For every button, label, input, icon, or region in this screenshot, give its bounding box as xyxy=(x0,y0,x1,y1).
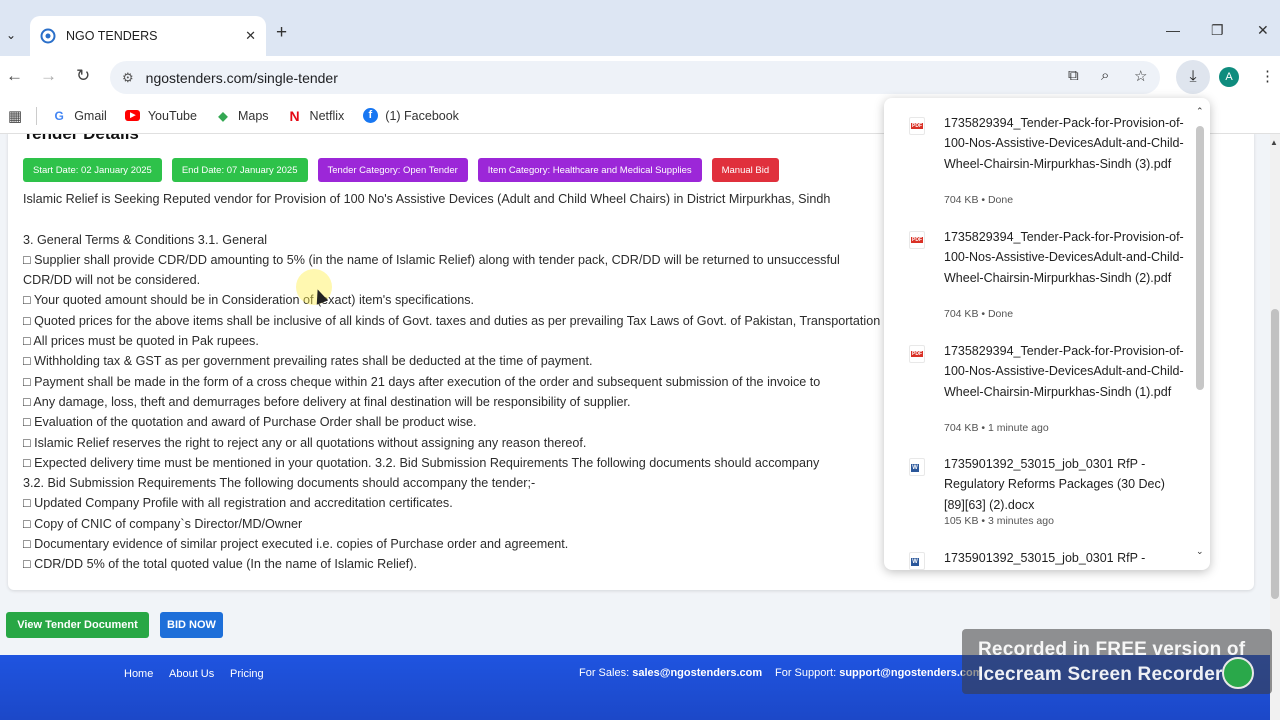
bookmarks-divider xyxy=(36,106,38,125)
back-arrow-icon[interactable]: ← xyxy=(6,66,23,86)
scroll-up-arrow-icon[interactable]: ▲ xyxy=(1270,138,1278,147)
download-item[interactable]: W 1735901392_53015_job_0301 RfP - Regula… xyxy=(884,454,1194,534)
downloads-panel: PDF 1735829394_Tender-Pack-for-Provision… xyxy=(884,98,1210,570)
watermark-line-2: Icecream Screen Recorder xyxy=(978,664,1223,685)
download-status: 704 KB • Done xyxy=(944,308,1014,320)
tender-category-badge: Tender Category: Open Tender xyxy=(317,158,468,182)
end-date-badge: End Date: 07 January 2025 xyxy=(171,158,308,182)
view-tender-document-button[interactable]: View Tender Document xyxy=(6,612,149,638)
apps-grid-icon[interactable]: ▦ xyxy=(8,107,22,125)
support-label: For Support: xyxy=(775,667,837,679)
download-item[interactable]: PDF 1735829394_Tender-Pack-for-Provision… xyxy=(884,227,1194,327)
tab-title: NGO TENDERS xyxy=(66,29,158,43)
tab-search-chevron-icon[interactable]: ⌄ xyxy=(0,22,22,48)
bookmark-label: (1) Facebook xyxy=(385,108,459,123)
tab-ngo-tenders[interactable]: NGO TENDERS ✕ xyxy=(30,16,266,56)
minimize-icon[interactable]: — xyxy=(1166,22,1180,38)
footer-support: For Support: support@ngostenders.com xyxy=(775,667,983,679)
maps-icon: ◆ xyxy=(218,108,228,123)
sales-label: For Sales: xyxy=(579,667,630,679)
site-favicon-icon xyxy=(40,28,56,44)
download-filename: 1735901392_53015_job_0301 RfP - xyxy=(944,551,1146,565)
download-filename: 1735829394_Tender-Pack-for-Provision-of-… xyxy=(944,344,1184,399)
scroll-down-chevron-icon[interactable]: ⌄ xyxy=(1196,546,1204,557)
manual-bid-badge: Manual Bid xyxy=(711,158,780,182)
zoom-icon[interactable]: ⌕ xyxy=(1101,67,1109,84)
new-tab-plus-icon[interactable]: + xyxy=(276,22,287,44)
forward-arrow-icon[interactable]: → xyxy=(40,66,57,86)
profile-avatar[interactable]: A xyxy=(1219,67,1239,87)
bookmark-label: Maps xyxy=(237,108,269,123)
sales-email-link[interactable]: sales@ngostenders.com xyxy=(632,667,762,679)
start-date-badge: Start Date: 02 January 2025 xyxy=(23,158,162,182)
tab-close-icon[interactable]: ✕ xyxy=(245,28,256,44)
restore-icon[interactable]: ❐ xyxy=(1211,22,1224,39)
reload-icon[interactable]: ↻ xyxy=(76,66,90,86)
word-file-icon: W xyxy=(909,458,925,476)
facebook-icon: f xyxy=(362,108,378,124)
install-app-icon[interactable]: ⧉ xyxy=(1068,67,1079,84)
download-filename: 1735829394_Tender-Pack-for-Provision-of-… xyxy=(944,116,1184,171)
netflix-icon: N xyxy=(289,107,300,124)
recorder-watermark: Recorded in FREE version of Icecream Scr… xyxy=(962,629,1272,694)
download-item[interactable]: PDF 1735829394_Tender-Pack-for-Provision… xyxy=(884,341,1194,441)
download-icon: ⤓ xyxy=(1189,68,1197,85)
bookmark-youtube[interactable]: ▶ YouTube xyxy=(125,108,197,124)
address-bar[interactable]: ⚙ ngostenders.com/single-tender xyxy=(110,61,1160,94)
download-status: 704 KB • 1 minute ago xyxy=(944,422,1049,434)
page-scrollbar-thumb[interactable] xyxy=(1271,309,1279,599)
bookmark-star-icon[interactable]: ☆ xyxy=(1134,67,1147,85)
site-info-icon[interactable]: ⚙ xyxy=(122,70,134,86)
bookmark-label: Netflix xyxy=(309,108,345,123)
bid-now-button[interactable]: BID NOW xyxy=(160,612,223,638)
pdf-file-icon: PDF xyxy=(909,345,925,363)
footer-link-pricing[interactable]: Pricing xyxy=(230,668,264,680)
item-category-badge: Item Category: Healthcare and Medical Su… xyxy=(477,158,702,182)
browser-toolbar: ← → ↻ ⚙ ngostenders.com/single-tender ⧉ … xyxy=(0,56,1280,98)
watermark-line-1: Recorded in FREE version of xyxy=(978,639,1246,660)
bookmark-netflix[interactable]: N Netflix xyxy=(287,107,345,124)
page-title: Tender Details xyxy=(23,134,139,144)
bookmark-facebook[interactable]: f (1) Facebook xyxy=(362,108,459,124)
downloads-scrollbar-thumb[interactable] xyxy=(1196,126,1204,390)
url-text: ngostenders.com/single-tender xyxy=(145,69,338,86)
download-status: 704 KB • Done xyxy=(944,194,1014,206)
recorder-logo-icon xyxy=(1222,657,1254,689)
downloads-scrollbar[interactable]: ⌃ ⌄ xyxy=(1194,106,1206,562)
google-icon: G xyxy=(54,108,64,123)
bookmark-maps[interactable]: ◆ Maps xyxy=(215,108,269,124)
footer-link-about[interactable]: About Us xyxy=(169,668,214,680)
window-close-icon[interactable]: ✕ xyxy=(1257,22,1269,39)
pdf-file-icon: PDF xyxy=(909,231,925,249)
bookmark-gmail[interactable]: G Gmail xyxy=(51,108,107,124)
download-item[interactable]: PDF 1735829394_Tender-Pack-for-Provision… xyxy=(884,113,1194,213)
menu-kebab-icon[interactable]: ⋮ xyxy=(1260,67,1275,85)
footer-sales: For Sales: sales@ngostenders.com xyxy=(579,667,762,679)
download-filename: 1735901392_53015_job_0301 RfP - Regulato… xyxy=(944,457,1165,512)
pdf-file-icon: PDF xyxy=(909,117,925,135)
youtube-icon: ▶ xyxy=(125,108,141,124)
word-file-icon: W xyxy=(909,552,925,570)
tender-badges: Start Date: 02 January 2025 End Date: 07… xyxy=(23,158,780,182)
bookmark-label: YouTube xyxy=(147,108,197,123)
download-filename: 1735829394_Tender-Pack-for-Provision-of-… xyxy=(944,230,1184,285)
download-item[interactable]: W 1735901392_53015_job_0301 RfP - xyxy=(884,548,1194,570)
downloads-button[interactable]: ⤓ xyxy=(1176,60,1210,94)
footer-link-home[interactable]: Home xyxy=(124,668,153,680)
download-status: 105 KB • 3 minutes ago xyxy=(944,515,1054,527)
bookmark-label: Gmail xyxy=(74,108,107,123)
tab-bar: ⌄ NGO TENDERS ✕ + — ❐ ✕ xyxy=(0,0,1280,56)
scroll-up-chevron-icon[interactable]: ⌃ xyxy=(1196,106,1204,117)
